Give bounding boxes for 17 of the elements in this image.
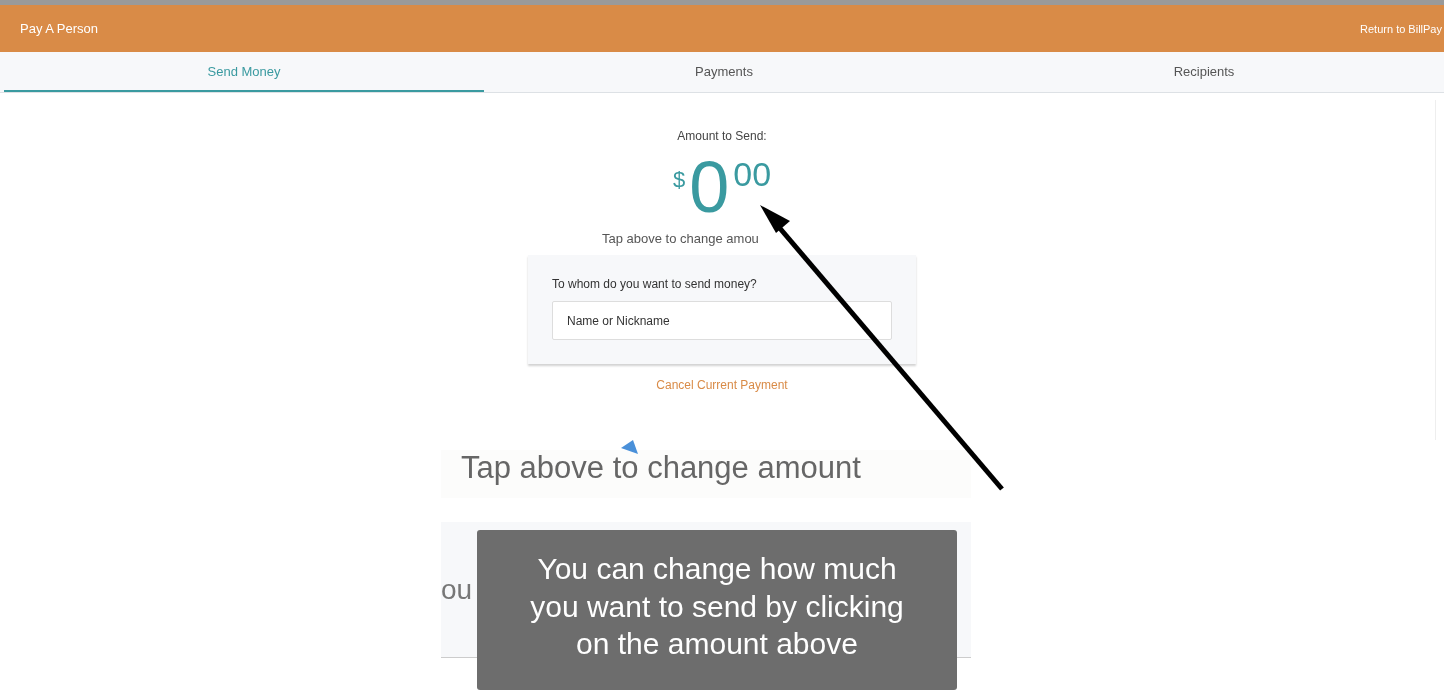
recipient-field[interactable]: Name or Nickname bbox=[552, 301, 892, 340]
currency-symbol[interactable]: $ bbox=[672, 169, 686, 191]
app-title: Pay A Person bbox=[20, 21, 99, 36]
zoomed-hint-text: Tap above to change amount bbox=[441, 450, 971, 498]
recipient-question: To whom do you want to send money? bbox=[552, 277, 758, 291]
amount-label: Amount to Send: bbox=[677, 129, 767, 143]
return-link[interactable]: Return to BillPay bbox=[1360, 22, 1444, 35]
hint-text: Tap above to change amou bbox=[602, 231, 760, 246]
tooltip: You can change how much you want to send by clicking on the amount above bbox=[477, 530, 957, 690]
cancel-link[interactable]: Cancel Current Payment bbox=[656, 378, 788, 392]
tab[interactable]: Recipients bbox=[964, 52, 1444, 92]
tab[interactable]: Send Money bbox=[4, 52, 484, 92]
amount-cents[interactable]: 00 bbox=[733, 157, 772, 191]
pointer-icon bbox=[621, 440, 639, 454]
zoomed-question-fragment: ou bbox=[441, 574, 473, 606]
amount-whole[interactable]: 0 bbox=[689, 151, 730, 223]
tab[interactable]: Payments bbox=[484, 52, 964, 92]
